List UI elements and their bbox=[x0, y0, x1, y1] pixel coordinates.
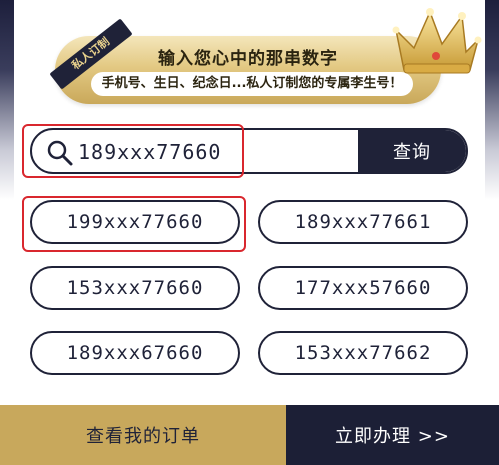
number-option[interactable]: 153xxx77662 bbox=[258, 331, 468, 375]
apply-now-button[interactable]: 立即办理 >> bbox=[286, 405, 499, 465]
search-button[interactable]: 查询 bbox=[358, 130, 466, 172]
number-option[interactable]: 177xxx57660 bbox=[258, 266, 468, 310]
number-option[interactable]: 189xxx67660 bbox=[30, 331, 240, 375]
search-highlight-box bbox=[22, 124, 244, 178]
number-highlight-box bbox=[22, 196, 246, 252]
number-option[interactable]: 153xxx77660 bbox=[30, 266, 240, 310]
crown-icon bbox=[392, 8, 482, 74]
view-orders-button[interactable]: 查看我的订单 bbox=[0, 405, 286, 465]
number-option[interactable]: 189xxx77661 bbox=[258, 200, 468, 244]
banner-subtitle: 手机号、生日、纪念日...私人订制您的专属李生号！ bbox=[91, 72, 413, 96]
